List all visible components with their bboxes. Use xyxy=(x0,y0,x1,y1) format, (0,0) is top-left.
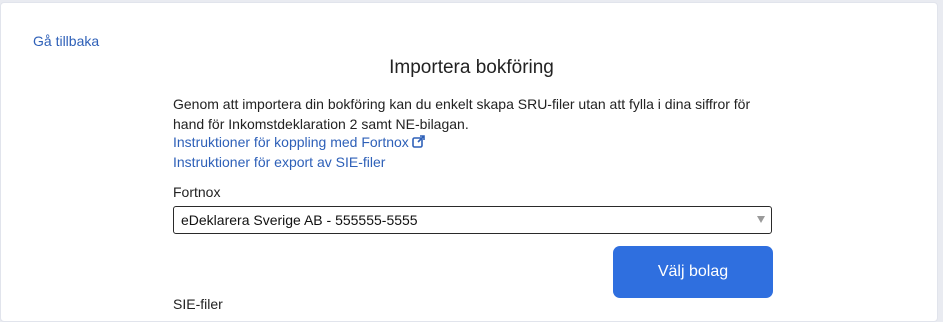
fortnox-label: Fortnox xyxy=(173,184,221,200)
page-title: Importera bokföring xyxy=(389,57,554,78)
sie-files-label: SIE-filer xyxy=(173,296,223,312)
sie-instructions-link[interactable]: Instruktioner för export av SIE-filer xyxy=(173,154,385,170)
company-select-value: eDeklarera Sverige AB - 555555-5555 xyxy=(181,212,418,228)
company-select[interactable]: eDeklarera Sverige AB - 555555-5555 xyxy=(173,206,772,234)
chevron-down-icon xyxy=(757,216,765,223)
back-link[interactable]: Gå tillbaka xyxy=(33,33,99,49)
fortnox-instructions-link[interactable]: Instruktioner för koppling med Fortnox xyxy=(173,134,425,151)
import-card xyxy=(0,2,938,322)
fortnox-instructions-label: Instruktioner för koppling med Fortnox xyxy=(173,134,409,150)
intro-text: Genom att importera din bokföring kan du… xyxy=(173,96,751,132)
external-link-icon xyxy=(411,135,425,151)
select-company-button[interactable]: Välj bolag xyxy=(613,246,773,298)
